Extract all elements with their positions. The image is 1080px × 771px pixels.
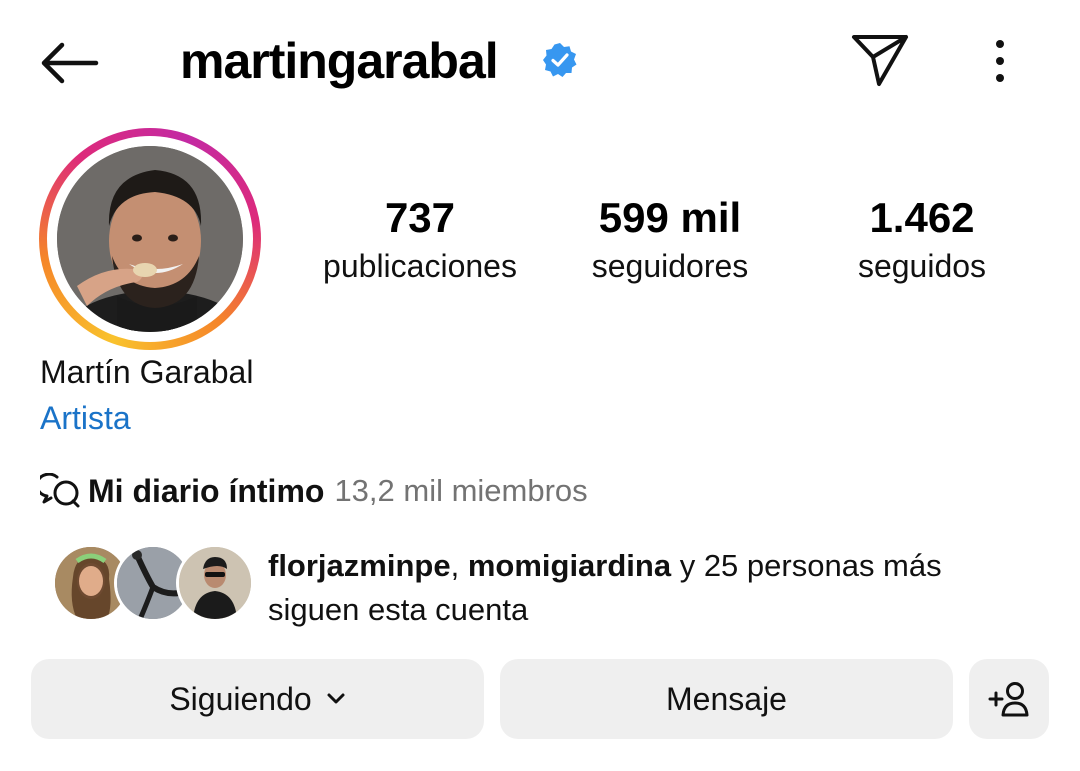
send-message-button[interactable] <box>850 32 910 88</box>
more-vertical-icon <box>996 40 1004 82</box>
channel-name: Mi diario íntimo <box>88 472 325 509</box>
following-label: Siguiendo <box>169 680 312 717</box>
profile-category: Artista <box>40 400 131 436</box>
message-label: Mensaje <box>666 680 787 717</box>
message-button[interactable]: Mensaje <box>500 659 953 739</box>
mutual-follower-link[interactable]: momigiardina <box>468 548 671 583</box>
arrow-left-icon <box>41 42 99 84</box>
posts-label: publicaciones <box>323 248 517 284</box>
profile-username: martingarabal <box>180 33 499 89</box>
channel-members: 13,2 mil miembros <box>334 473 588 508</box>
following-button[interactable]: Siguiendo <box>31 659 484 739</box>
chevron-down-icon <box>327 693 345 704</box>
profile-full-name: Martín Garabal <box>40 354 254 390</box>
suggested-users-button[interactable] <box>969 659 1049 739</box>
followed-by-rest: y 25 personas más <box>671 548 942 583</box>
followed-by-text: florjazminpe, momigiardina y 25 personas… <box>268 544 1038 588</box>
following-value: 1.462 <box>869 194 975 241</box>
paper-plane-icon <box>852 35 908 86</box>
profile-avatar[interactable] <box>57 146 243 332</box>
followed-separator: , <box>450 548 468 583</box>
posts-count[interactable]: 737 publicaciones <box>300 192 540 288</box>
back-button[interactable] <box>36 38 102 88</box>
broadcast-chat-icon <box>40 473 80 508</box>
followers-value: 599 mil <box>598 194 742 241</box>
broadcast-channel-link[interactable]: Mi diario íntimo 13,2 mil miembros <box>40 468 588 514</box>
verified-badge-icon <box>542 42 578 78</box>
followers-label: seguidores <box>591 248 749 284</box>
followers-count[interactable]: 599 mil seguidores <box>560 192 780 288</box>
mutual-follower-avatar[interactable] <box>176 544 254 622</box>
following-label: seguidos <box>857 248 987 284</box>
more-options-button[interactable] <box>985 36 1015 86</box>
add-person-icon <box>988 682 1029 717</box>
posts-value: 737 <box>384 194 456 241</box>
followed-by-suffix: siguen esta cuenta <box>268 592 529 627</box>
following-count[interactable]: 1.462 seguidos <box>812 192 1032 288</box>
mutual-follower-link[interactable]: florjazminpe <box>268 548 451 583</box>
